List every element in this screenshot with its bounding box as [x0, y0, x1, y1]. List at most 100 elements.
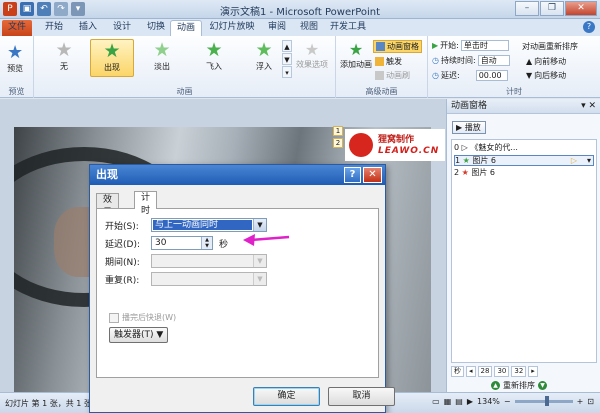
zoom-slider[interactable]: [514, 396, 573, 406]
tab-developer[interactable]: 开发工具: [326, 20, 370, 36]
effect-label: 出现: [104, 63, 120, 72]
slideshow-view-icon[interactable]: ▶: [467, 397, 473, 406]
tab-home[interactable]: 开始: [38, 20, 70, 36]
move-up-icon[interactable]: ▲: [491, 381, 500, 390]
timing-bar-icon: ▷: [570, 156, 577, 165]
reading-view-icon[interactable]: ▤: [455, 397, 463, 406]
ok-button[interactable]: 确定: [253, 387, 320, 406]
gallery-more-icon[interactable]: ▾: [282, 66, 292, 78]
list-item[interactable]: 1 ★ 图片 6 ▷ ▾: [454, 155, 594, 166]
period-row: 期间(N): ▼: [105, 254, 267, 268]
cancel-button[interactable]: 取消: [328, 387, 395, 406]
tab-timing[interactable]: 计时: [134, 191, 158, 216]
zoom-level[interactable]: 134%: [477, 397, 500, 406]
appear-effect-dialog: 出现 ? ✕ 效果 计时 开始(S): 与上一动画同时 ▼ 延迟(D): 30 …: [89, 164, 395, 413]
list-item[interactable]: 0 ▷ 《魅女的代...: [454, 143, 594, 154]
animation-list: 0 ▷ 《魅女的代... 1 ★ 图片 6 ▷ ▾ 2 ★ 图片 6: [451, 139, 597, 363]
dialog-close-button[interactable]: ✕: [363, 167, 382, 183]
tab-slideshow[interactable]: 幻灯片放映: [205, 20, 259, 36]
move-down-icon[interactable]: ▼: [538, 381, 547, 390]
fit-window-icon[interactable]: ⊡: [587, 397, 594, 406]
zoom-in-icon[interactable]: +: [577, 397, 584, 406]
animation-group-label: 动画: [176, 87, 193, 96]
animation-pane-icon: [376, 42, 385, 51]
trigger-button[interactable]: 触发器(T) ▼: [109, 327, 169, 343]
repeat-combo[interactable]: ▼: [151, 272, 267, 286]
animation-marker-2[interactable]: 2: [333, 138, 343, 148]
spinner-arrows-icon[interactable]: ▲ ▼: [201, 237, 212, 249]
tab-view[interactable]: 视图: [294, 20, 324, 36]
chevron-down-icon[interactable]: ▼: [253, 219, 266, 231]
repeat-row: 重复(R): ▼: [105, 272, 267, 286]
dialog-help-button[interactable]: ?: [344, 167, 361, 183]
tab-review[interactable]: 审阅: [262, 20, 292, 36]
add-animation-button[interactable]: ★ 添加动画: [340, 40, 372, 70]
animation-pane-label: 动画窗格: [387, 42, 419, 51]
timeline-prev-icon[interactable]: ◂: [466, 366, 476, 377]
gallery-scroll[interactable]: ▲ ▼ ▾: [282, 40, 292, 79]
duration-label: 持续时间:: [440, 56, 476, 65]
advanced-animation-group: ★ 添加动画 动画窗格 触发 动画刷 高级动画: [336, 36, 428, 98]
item-index: 2: [454, 168, 460, 177]
sorter-view-icon[interactable]: ▦: [444, 397, 452, 406]
timeline-next-icon[interactable]: ▸: [528, 366, 538, 377]
start-combo[interactable]: 与上一动画同时 ▼: [151, 218, 267, 232]
trigger-button[interactable]: 触发: [375, 56, 402, 67]
animation-painter-button[interactable]: 动画刷: [375, 70, 410, 81]
preview-group-label: 预览: [8, 87, 25, 96]
duration-input[interactable]: 自动: [477, 55, 510, 66]
star-icon: ★: [205, 39, 223, 61]
effect-options-button[interactable]: ★ 效果选项: [296, 40, 328, 70]
period-combo[interactable]: ▼: [151, 254, 267, 268]
animation-painter-icon: [375, 71, 384, 80]
timeline-tick: 32: [511, 366, 527, 377]
animation-group: ★ 无 ★ 出现 ★ 淡出 ★ 飞入 ★ 浮入 ▲ ▼ ▾ ★ 效果选项 动画: [34, 36, 336, 98]
move-earlier-button[interactable]: ▲ 向前移动: [526, 56, 566, 67]
delay-input[interactable]: 00.00: [475, 70, 508, 81]
delay-spinner[interactable]: 30 ▲ ▼: [151, 236, 213, 250]
effect-options-icon: ★: [304, 40, 320, 59]
play-icon: ▶: [456, 123, 463, 132]
list-item[interactable]: 2 ★ 图片 6: [454, 168, 594, 179]
timeline-unit-button[interactable]: 秒: [451, 366, 464, 377]
title-bar: P ▣ ↶ ↷ ▾ 演示文稿1 - Microsoft PowerPoint –…: [0, 0, 600, 19]
effect-appear[interactable]: ★ 出现: [90, 39, 134, 77]
help-icon[interactable]: ?: [583, 21, 595, 33]
tab-effect[interactable]: 效果: [96, 193, 120, 218]
tab-transitions[interactable]: 切换: [140, 20, 172, 36]
preview-star-icon: ★: [7, 42, 24, 63]
play-icon: ▷: [461, 143, 468, 152]
restore-button[interactable]: ❐: [540, 1, 564, 16]
gallery-down-icon[interactable]: ▼: [282, 53, 292, 65]
zoom-thumb[interactable]: [544, 396, 549, 406]
item-label: 图片 6: [471, 168, 495, 177]
normal-view-icon[interactable]: ▭: [432, 397, 440, 406]
close-window-button[interactable]: ✕: [565, 1, 597, 16]
animation-marker-1[interactable]: 1: [333, 126, 343, 136]
play-button[interactable]: ▶ 播放: [452, 121, 486, 134]
animation-pane-button[interactable]: 动画窗格: [373, 40, 422, 53]
tab-file[interactable]: 文件: [2, 20, 32, 36]
tab-animations[interactable]: 动画: [170, 20, 202, 36]
zoom-out-icon[interactable]: −: [504, 397, 511, 406]
delay-label: 延迟:: [440, 71, 460, 80]
effect-fade[interactable]: ★ 淡出: [140, 39, 184, 77]
item-dropdown-icon[interactable]: ▾: [587, 156, 591, 166]
minimize-button[interactable]: –: [515, 1, 539, 16]
effect-float-in[interactable]: ★ 浮入: [242, 39, 286, 77]
tab-design[interactable]: 设计: [106, 20, 138, 36]
effect-none[interactable]: ★ 无: [42, 39, 86, 77]
timing-panel: 开始(S): 与上一动画同时 ▼ 延迟(D): 30 ▲ ▼ 秒 期间(N): ▼…: [96, 208, 379, 378]
tab-insert[interactable]: 插入: [72, 20, 104, 36]
pane-controls[interactable]: ▾ ✕: [581, 99, 596, 113]
delay-row: 延迟(D): 30 ▲ ▼ 秒: [105, 236, 228, 250]
add-animation-icon: ★: [348, 40, 364, 59]
move-later-button[interactable]: ▼ 向后移动: [526, 70, 566, 81]
start-label: 开始:: [440, 41, 459, 50]
gallery-up-icon[interactable]: ▲: [282, 40, 292, 52]
checkbox-icon[interactable]: [109, 312, 119, 323]
effect-fly-in[interactable]: ★ 飞入: [192, 39, 236, 77]
start-select[interactable]: 单击时: [460, 40, 509, 51]
preview-button[interactable]: ★ 预览: [7, 42, 23, 74]
rewind-checkbox[interactable]: 播完后快退(W): [109, 312, 176, 323]
